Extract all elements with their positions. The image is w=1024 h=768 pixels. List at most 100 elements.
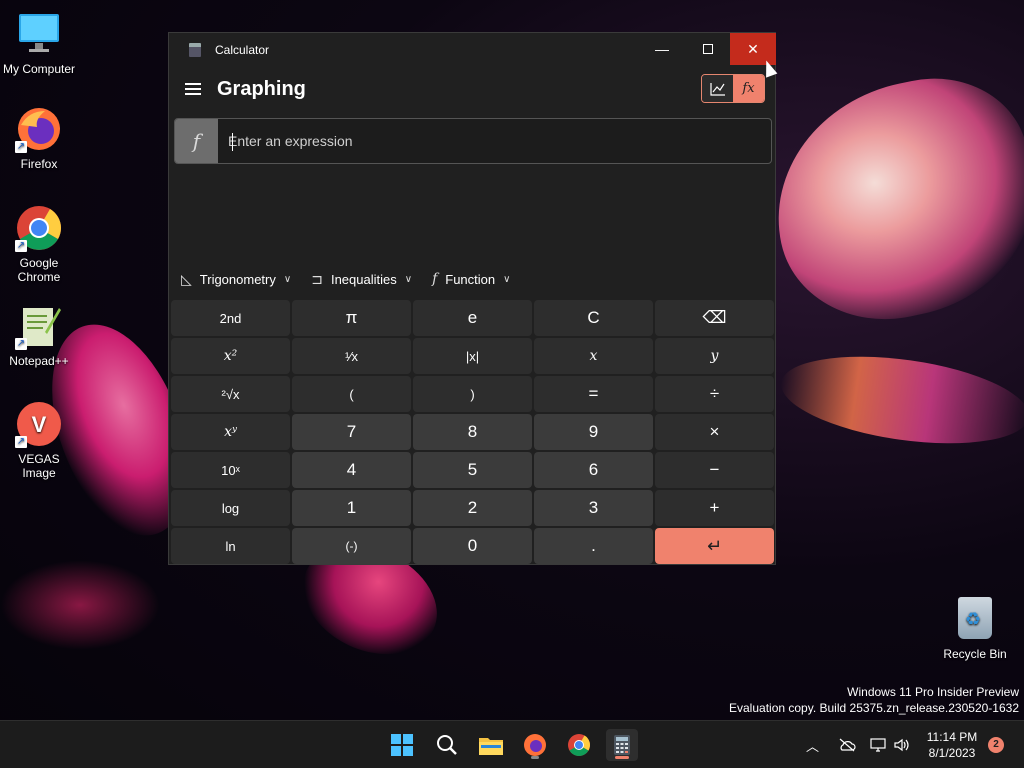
taskbar-chrome[interactable] bbox=[563, 729, 595, 761]
notepadpp-icon: ↗ bbox=[15, 302, 63, 350]
function-style-button[interactable]: f bbox=[175, 119, 218, 163]
start-button[interactable] bbox=[386, 729, 418, 761]
key-x[interactable]: x bbox=[534, 338, 653, 374]
firefox-icon bbox=[524, 734, 546, 756]
dropdown-label: Function bbox=[445, 271, 496, 287]
key-enter[interactable]: ↵ bbox=[655, 528, 774, 564]
desktop-icon-chrome[interactable]: ↗ Google Chrome bbox=[0, 204, 78, 284]
show-hidden-icons-button[interactable]: ︿ bbox=[806, 721, 819, 768]
key-e[interactable]: e bbox=[413, 300, 532, 336]
graph-view-button[interactable] bbox=[702, 75, 733, 102]
wallpaper-streak bbox=[775, 342, 1024, 458]
key-subtract[interactable]: − bbox=[655, 452, 774, 488]
maximize-button[interactable] bbox=[685, 33, 731, 65]
shortcut-arrow-icon: ↗ bbox=[15, 240, 27, 252]
key-absolute[interactable]: |x| bbox=[413, 338, 532, 374]
windows-icon bbox=[391, 734, 413, 756]
desktop-icon-label: Firefox bbox=[20, 157, 58, 171]
wallpaper-bloom bbox=[0, 560, 160, 650]
shortcut-arrow-icon: ↗ bbox=[15, 436, 27, 448]
function-bar: ◺ Trigonometry ∨ ⊐ Inequalities ∨ f Func… bbox=[169, 259, 775, 299]
desktop-icon-label: My Computer bbox=[2, 62, 76, 76]
windows-watermark: Windows 11 Pro Insider Preview Evaluatio… bbox=[729, 684, 1019, 716]
key-1[interactable]: 1 bbox=[292, 490, 411, 526]
key-5[interactable]: 5 bbox=[413, 452, 532, 488]
key-reciprocal[interactable]: ¹⁄x bbox=[292, 338, 411, 374]
key-backspace[interactable]: ⌫ bbox=[655, 300, 774, 336]
minimize-button[interactable]: — bbox=[639, 33, 685, 65]
key-4[interactable]: 4 bbox=[292, 452, 411, 488]
key-close-paren[interactable]: ) bbox=[413, 376, 532, 412]
key-log[interactable]: log bbox=[171, 490, 290, 526]
desktop-icon-recycle-bin[interactable]: Recycle Bin bbox=[940, 597, 1010, 661]
key-add[interactable]: + bbox=[655, 490, 774, 526]
key-9[interactable]: 9 bbox=[534, 414, 653, 450]
menu-icon[interactable] bbox=[185, 80, 201, 98]
key-pi[interactable]: π bbox=[292, 300, 411, 336]
dropdown-label: Trigonometry bbox=[199, 271, 276, 287]
key-divide[interactable]: ÷ bbox=[655, 376, 774, 412]
desktop-icon-label: Recycle Bin bbox=[943, 647, 1007, 661]
chevron-down-icon: ∨ bbox=[404, 273, 413, 285]
key-decimal[interactable]: . bbox=[534, 528, 653, 564]
close-icon: ✕ bbox=[747, 40, 759, 57]
triangle-icon: ◺ bbox=[181, 270, 192, 287]
key-2nd[interactable]: 2nd bbox=[171, 300, 290, 336]
function-view-button[interactable]: fx bbox=[733, 75, 764, 102]
active-indicator bbox=[615, 756, 629, 759]
inequalities-dropdown[interactable]: ⊐ Inequalities ∨ bbox=[311, 271, 412, 288]
key-8[interactable]: 8 bbox=[413, 414, 532, 450]
watermark-line: Evaluation copy. Build 25375.zn_release.… bbox=[729, 701, 1019, 715]
key-ln[interactable]: ln bbox=[171, 528, 290, 564]
key-square-root[interactable]: ²√x bbox=[171, 376, 290, 412]
search-icon bbox=[437, 735, 457, 755]
graph-icon bbox=[709, 82, 725, 96]
desktop-icon-vegas-image[interactable]: V ↗ VEGAS Image bbox=[0, 400, 78, 480]
notification-badge[interactable]: 2 bbox=[988, 737, 1004, 753]
key-equals[interactable]: = bbox=[534, 376, 653, 412]
view-toggle: fx bbox=[701, 74, 765, 103]
taskbar-calculator[interactable] bbox=[606, 729, 638, 761]
window-title: Calculator bbox=[215, 43, 270, 57]
key-multiply[interactable]: × bbox=[655, 414, 774, 450]
desktop-icon-notepadpp[interactable]: ↗ Notepad++ bbox=[0, 302, 78, 368]
taskbar-file-explorer[interactable] bbox=[475, 729, 507, 761]
function-dropdown[interactable]: f Function ∨ bbox=[432, 271, 510, 287]
calculator-icon bbox=[614, 735, 630, 755]
monitor-icon bbox=[15, 10, 63, 58]
key-clear[interactable]: C bbox=[534, 300, 653, 336]
function-f-icon: f bbox=[192, 129, 201, 153]
key-ten-power[interactable]: 10ˣ bbox=[171, 452, 290, 488]
chrome-icon bbox=[568, 734, 590, 756]
desktop-icon-label: Google Chrome bbox=[17, 256, 61, 284]
volume-button[interactable] bbox=[894, 721, 910, 768]
chevron-up-icon: ︿ bbox=[806, 738, 820, 754]
key-negate[interactable]: (-) bbox=[292, 528, 411, 564]
clock-time: 11:14 PM bbox=[926, 730, 978, 744]
title-bar[interactable]: Calculator — ✕ bbox=[169, 33, 776, 67]
clock[interactable]: 11:14 PM 8/1/2023 bbox=[922, 729, 982, 761]
key-2[interactable]: 2 bbox=[413, 490, 532, 526]
keypad: 2nd π e C ⌫ x² ¹⁄x |x| x y ²√x ( ) = ÷ x… bbox=[171, 300, 774, 564]
minimize-icon: — bbox=[655, 41, 669, 57]
expression-input[interactable] bbox=[218, 119, 771, 163]
desktop-icon-firefox[interactable]: ↗ Firefox bbox=[0, 105, 78, 171]
key-7[interactable]: 7 bbox=[292, 414, 411, 450]
vegas-image-icon: V ↗ bbox=[15, 400, 63, 448]
search-button[interactable] bbox=[431, 729, 463, 761]
expression-row: f bbox=[174, 118, 772, 164]
display-tray[interactable] bbox=[870, 721, 886, 768]
key-0[interactable]: 0 bbox=[413, 528, 532, 564]
key-y[interactable]: y bbox=[655, 338, 774, 374]
network-status[interactable] bbox=[838, 721, 856, 768]
watermark-line: Windows 11 Pro Insider Preview bbox=[847, 685, 1019, 699]
taskbar-firefox[interactable] bbox=[519, 729, 551, 761]
desktop-icon-my-computer[interactable]: My Computer bbox=[0, 10, 78, 76]
key-square[interactable]: x² bbox=[171, 338, 290, 374]
key-open-paren[interactable]: ( bbox=[292, 376, 411, 412]
key-3[interactable]: 3 bbox=[534, 490, 653, 526]
key-6[interactable]: 6 bbox=[534, 452, 653, 488]
desktop-icon-label: Notepad++ bbox=[9, 354, 69, 368]
trigonometry-dropdown[interactable]: ◺ Trigonometry ∨ bbox=[181, 271, 291, 288]
key-power[interactable]: xʸ bbox=[171, 414, 290, 450]
